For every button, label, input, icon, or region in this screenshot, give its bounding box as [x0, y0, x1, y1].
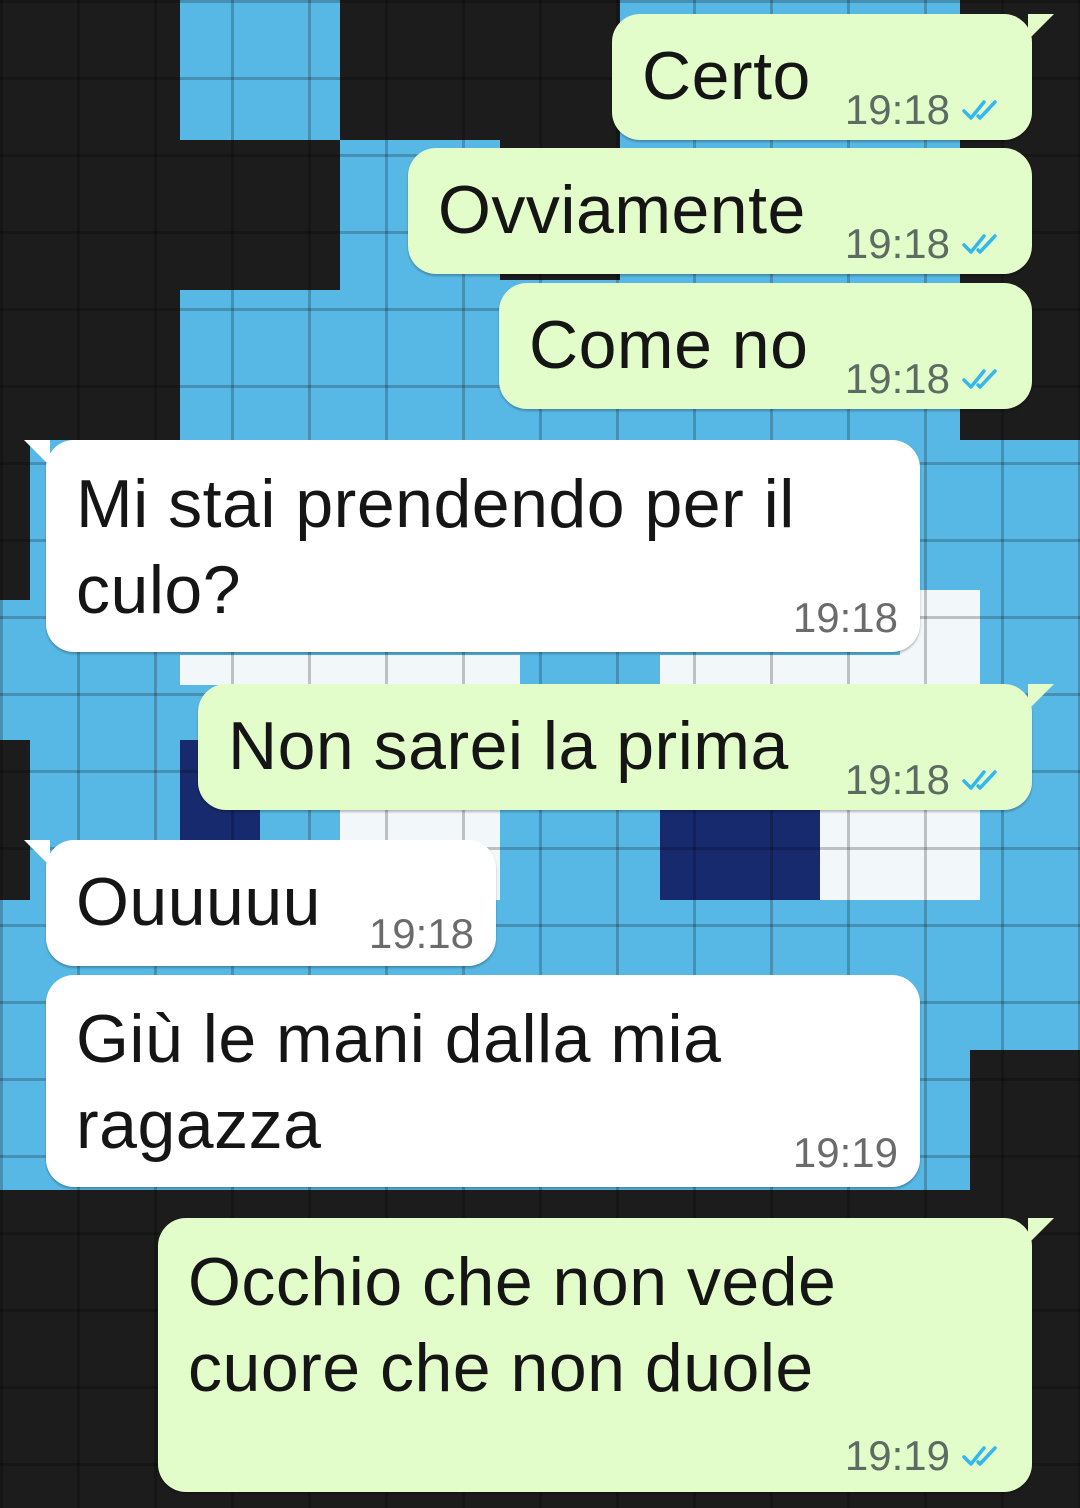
double-check-read-icon: [962, 1446, 997, 1466]
message-text-line: Giù le mani dalla mia: [76, 1001, 722, 1077]
message-text-line: Occhio che non vede: [188, 1244, 837, 1320]
incoming-message[interactable]: Giù le mani dalla mia ragazza 19:19: [46, 975, 920, 1187]
message-time: 19:18: [844, 220, 950, 267]
message-text: Ovviamente: [438, 172, 806, 248]
message-text-line: Mi stai prendendo per il: [76, 466, 795, 542]
message-meta: 19:18: [845, 86, 1006, 134]
message-meta: 19:19: [793, 1129, 898, 1177]
message-text: Come no: [529, 307, 809, 383]
outgoing-message[interactable]: Come no 19:18: [499, 283, 1032, 409]
message-meta: 19:18: [793, 594, 898, 642]
outgoing-message[interactable]: Occhio che non vede cuore che non duole …: [158, 1218, 1054, 1492]
message-text-line: culo?: [76, 552, 242, 628]
message-time: 19:19: [792, 1129, 898, 1176]
double-check-read-icon: [962, 100, 997, 120]
message-meta: 19:18: [845, 756, 1006, 804]
message-text: Certo: [642, 38, 811, 114]
message-text-line: cuore che non duole: [188, 1330, 814, 1406]
outgoing-message[interactable]: Ovviamente 19:18: [408, 148, 1032, 274]
message-meta: 19:18: [845, 220, 1006, 268]
double-check-read-icon: [962, 234, 997, 254]
double-check-read-icon: [962, 770, 997, 790]
message-time: 19:19: [844, 1432, 950, 1479]
double-check-read-icon: [962, 369, 997, 389]
message-time: 19:18: [792, 594, 898, 641]
message-text: Non sarei la prima: [228, 708, 789, 784]
incoming-message[interactable]: Ouuuuu 19:18: [24, 840, 496, 966]
message-text: Ouuuuu: [76, 864, 321, 940]
incoming-message[interactable]: Mi stai prendendo per il culo? 19:18: [24, 440, 920, 652]
message-meta: 19:18: [845, 355, 1006, 403]
outgoing-message[interactable]: Non sarei la prima 19:18: [198, 684, 1054, 810]
message-time: 19:18: [368, 910, 474, 957]
message-list[interactable]: Certo 19:18 Ovviamente 19:18 Come no 19:…: [0, 0, 1080, 1508]
message-text-line: ragazza: [76, 1087, 322, 1163]
message-time: 19:18: [844, 86, 950, 133]
outgoing-message[interactable]: Certo 19:18: [612, 14, 1054, 140]
message-time: 19:18: [844, 756, 950, 803]
message-time: 19:18: [844, 355, 950, 402]
message-meta: 19:19: [845, 1432, 1006, 1480]
message-meta: 19:18: [369, 910, 474, 958]
